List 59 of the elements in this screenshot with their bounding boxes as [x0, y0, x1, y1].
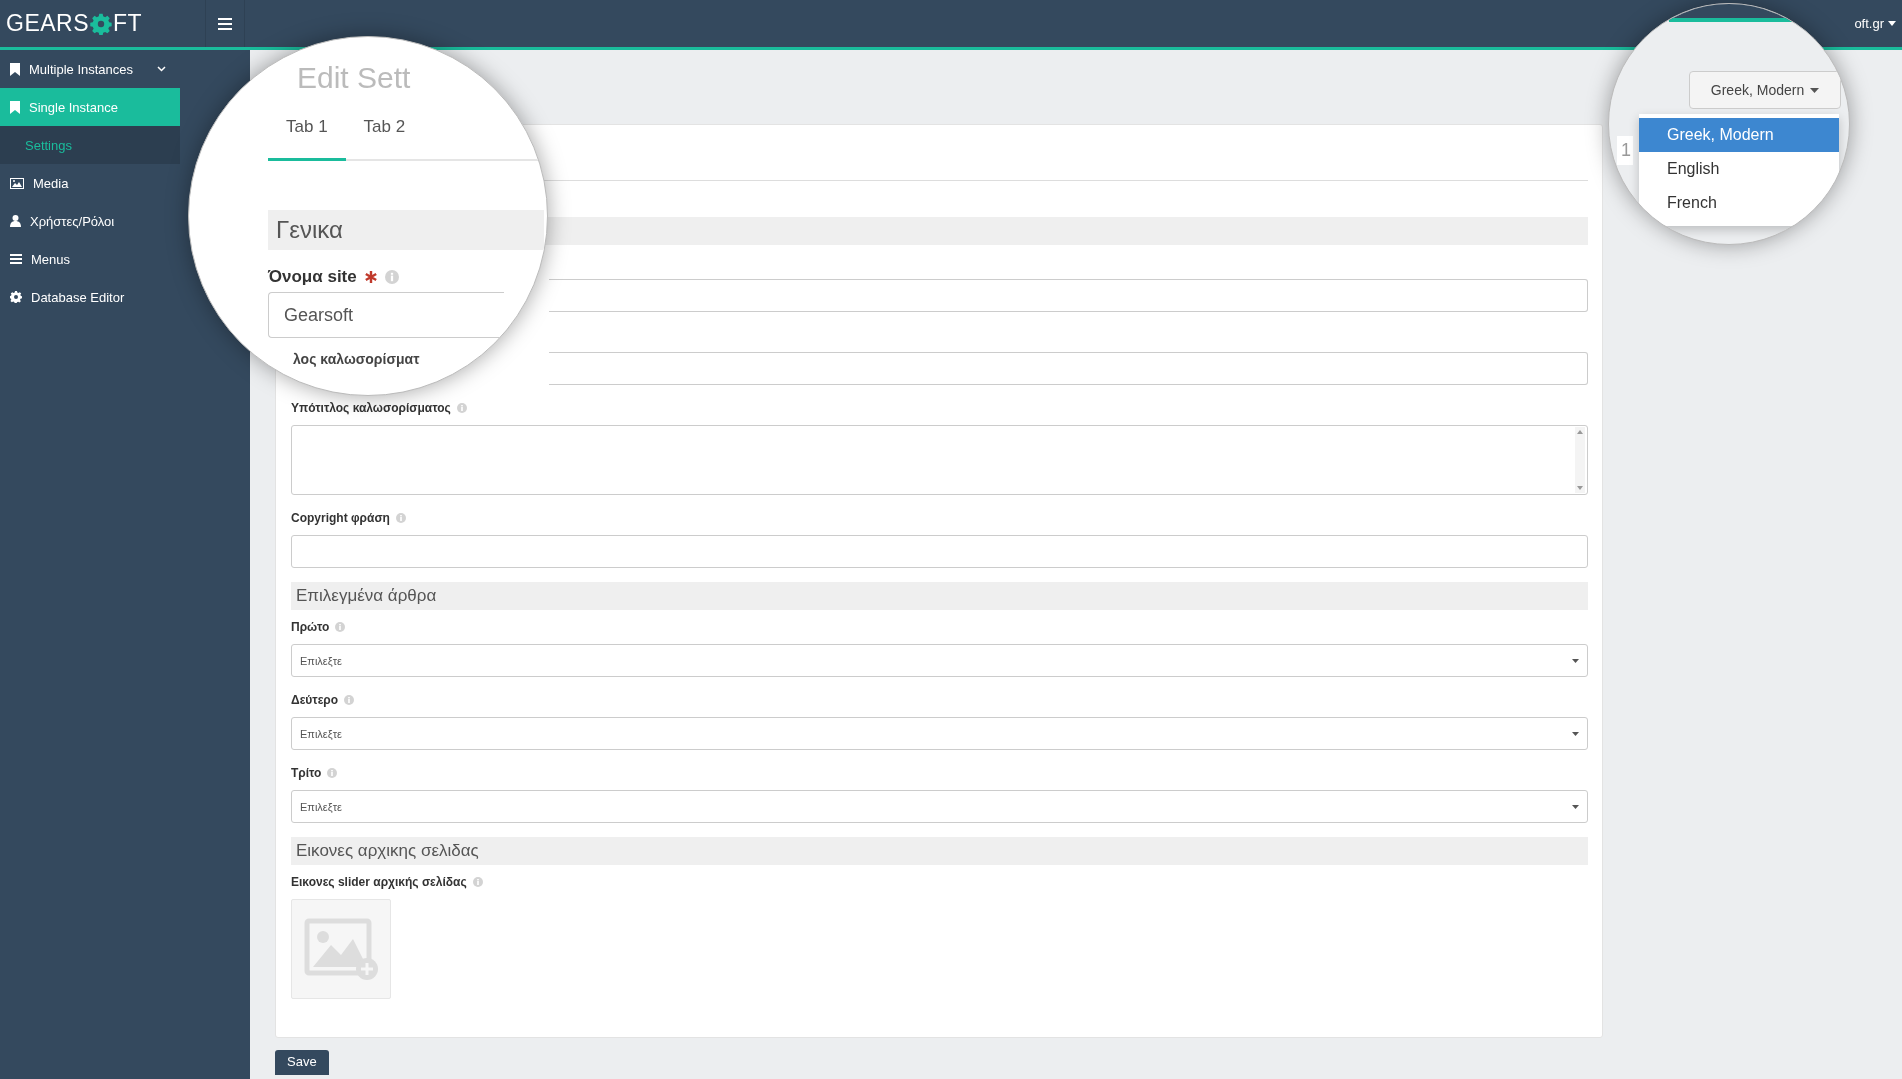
logo-text: FT: [113, 10, 143, 37]
field-label: Πρώτο: [291, 620, 330, 634]
caret-icon: [1888, 21, 1896, 26]
field-label: Εικονες slider αρχικής σελίδας: [291, 875, 467, 889]
caret-icon: [1572, 658, 1579, 663]
language-option[interactable]: English: [1639, 152, 1839, 186]
field-label: Copyright φράση: [291, 511, 390, 525]
settings-icon: [10, 291, 22, 303]
sidebar-item[interactable]: Multiple Instances: [0, 50, 186, 88]
section-title: Γενικα: [276, 216, 343, 244]
bookmark-icon: [10, 100, 20, 114]
field-label: Τρίτο: [291, 766, 322, 780]
page-title: Edit Sett: [297, 61, 411, 95]
list-icon: [10, 254, 22, 264]
user-icon: [10, 215, 21, 227]
menu-icon: [218, 17, 232, 30]
user-menu[interactable]: oft.gr: [1852, 16, 1902, 31]
section-title: Επιλεγμένα άρθρα: [296, 586, 437, 606]
input-field[interactable]: [549, 352, 1588, 385]
bookmark-icon: [10, 62, 20, 76]
input-field[interactable]: [549, 279, 1588, 312]
select-field[interactable]: Επιλεξτε: [291, 790, 1588, 823]
caret-icon: [1810, 87, 1820, 93]
field-label: λος καλωσορίσματ: [293, 351, 420, 367]
text-area[interactable]: [291, 425, 1588, 495]
info-icon: [344, 695, 355, 705]
section-title: Εικονες αρχικης σελιδας: [296, 841, 479, 861]
field-label: Υπότιτλος καλωσορίσματος: [291, 401, 451, 415]
page-number: 1: [1617, 136, 1633, 165]
info-icon: [327, 768, 338, 778]
caret-icon: [1572, 804, 1579, 809]
sidebar-item[interactable]: Χρήστες/Ρόλοι: [0, 202, 180, 240]
info-icon: [456, 403, 467, 413]
field-label: Δεύτερο: [291, 693, 339, 707]
select-field[interactable]: Επιλεξτε: [291, 644, 1588, 677]
language-option[interactable]: Greek, Modern: [1639, 118, 1839, 152]
field-label: Όνομα site: [268, 267, 357, 287]
image-icon: [10, 177, 24, 189]
caret-icon: [1572, 731, 1579, 736]
input-field[interactable]: Gearsoft: [268, 292, 504, 338]
sidebar-item[interactable]: Menus: [0, 240, 180, 278]
info-icon: [384, 270, 399, 284]
scrollbar-drawing: [1575, 427, 1585, 493]
info-icon: [335, 622, 346, 632]
language-option[interactable]: French: [1639, 186, 1839, 220]
gear-icon: [90, 12, 113, 35]
info-icon: [472, 877, 483, 887]
tab[interactable]: Tab 1: [268, 95, 346, 161]
sidebar-item[interactable]: Media: [0, 164, 180, 202]
input-field[interactable]: [291, 535, 1588, 568]
logo-text: GEARS: [6, 10, 90, 37]
select-field[interactable]: Επιλεξτε: [291, 717, 1588, 750]
sidebar-item[interactable]: Database Editor: [0, 278, 180, 316]
save-button[interactable]: Save: [275, 1050, 329, 1075]
tab[interactable]: Tab 2: [345, 95, 424, 161]
language-button[interactable]: Greek, Modern: [1689, 71, 1841, 109]
sidebar-subitem[interactable]: Settings: [0, 126, 180, 164]
info-icon: [395, 513, 406, 523]
add-image-button[interactable]: [291, 899, 391, 999]
